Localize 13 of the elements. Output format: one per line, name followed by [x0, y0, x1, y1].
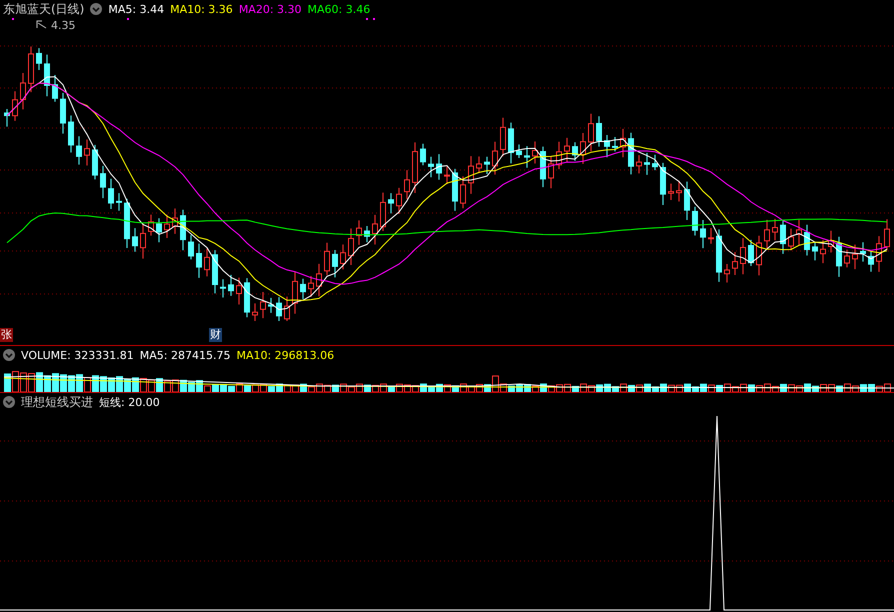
event-marker[interactable]: 财: [209, 328, 222, 342]
indicator-value: MA10: 3.36: [170, 2, 233, 16]
indicator-value: MA60: 3.46: [308, 2, 370, 16]
stock-title: 东旭蓝天(日线): [3, 0, 84, 18]
indicator-value: MA5: 3.44: [108, 2, 164, 16]
indicator-value: MA5: 287415.75: [140, 348, 230, 362]
indicator-title: 理想短线买进: [21, 394, 93, 410]
indicator-value: MA20: 3.30: [238, 2, 302, 16]
indicator-value: MA10: 296813.06: [236, 348, 334, 362]
high-price-label: 4.35: [51, 19, 76, 32]
indicator-value: 短线: 20.00: [99, 394, 160, 410]
indicator-value: VOLUME: 323331.81: [21, 348, 134, 362]
event-marker[interactable]: 张: [0, 328, 13, 342]
